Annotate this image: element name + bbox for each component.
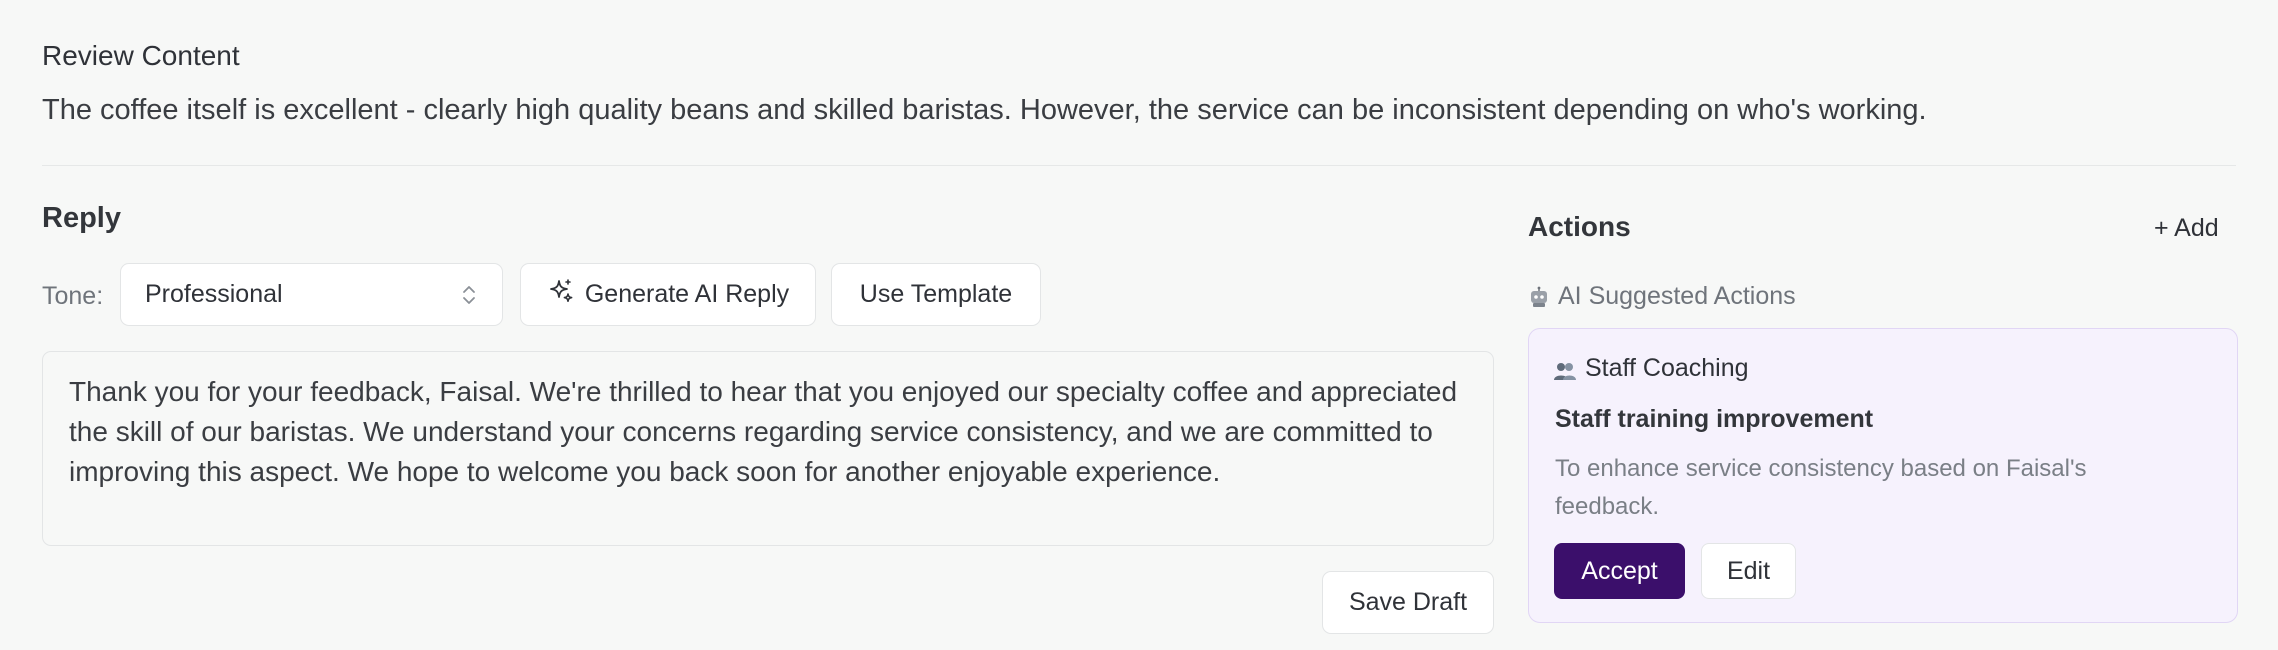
edit-button[interactable]: Edit [1701, 543, 1796, 599]
action-title: Staff training improvement [1555, 405, 1874, 433]
review-content-text: The coffee itself is excellent - clearly… [42, 94, 1927, 126]
review-content-heading: Review Content [42, 40, 240, 71]
generate-ai-reply-label: Generate AI Reply [584, 280, 790, 308]
robot-icon [1528, 286, 1550, 308]
sparkles-icon [547, 277, 575, 312]
action-description: To enhance service consistency based on … [1555, 455, 2087, 520]
tone-label: Tone: [42, 282, 104, 310]
accept-button[interactable]: Accept [1554, 543, 1685, 599]
reply-textarea[interactable]: Thank you for your feedback, Faisal. We'… [42, 351, 1494, 546]
suggested-action-card: Staff Coaching Staff training improvemen… [1528, 328, 2238, 623]
ai-suggested-actions-text: AI Suggested Actions [1558, 282, 1796, 310]
add-action-button[interactable]: + Add [2154, 214, 2219, 243]
action-category-label: Staff Coaching [1585, 354, 1749, 382]
section-divider [42, 165, 2236, 166]
tone-select[interactable]: Professional [120, 263, 503, 326]
review-reply-panel: Review Content The coffee itself is exce… [0, 0, 2278, 650]
ai-suggested-actions-label: AI Suggested Actions [1528, 282, 1796, 311]
actions-heading: Actions [1528, 211, 1631, 242]
save-draft-button[interactable]: Save Draft [1322, 571, 1494, 634]
chevron-up-down-icon [460, 282, 478, 308]
action-category: Staff Coaching [1553, 354, 1749, 383]
tone-select-value: Professional [145, 280, 283, 308]
people-icon [1553, 359, 1577, 380]
use-template-button[interactable]: Use Template [831, 263, 1041, 326]
reply-heading: Reply [42, 202, 121, 234]
generate-ai-reply-button[interactable]: Generate AI Reply [520, 263, 816, 326]
